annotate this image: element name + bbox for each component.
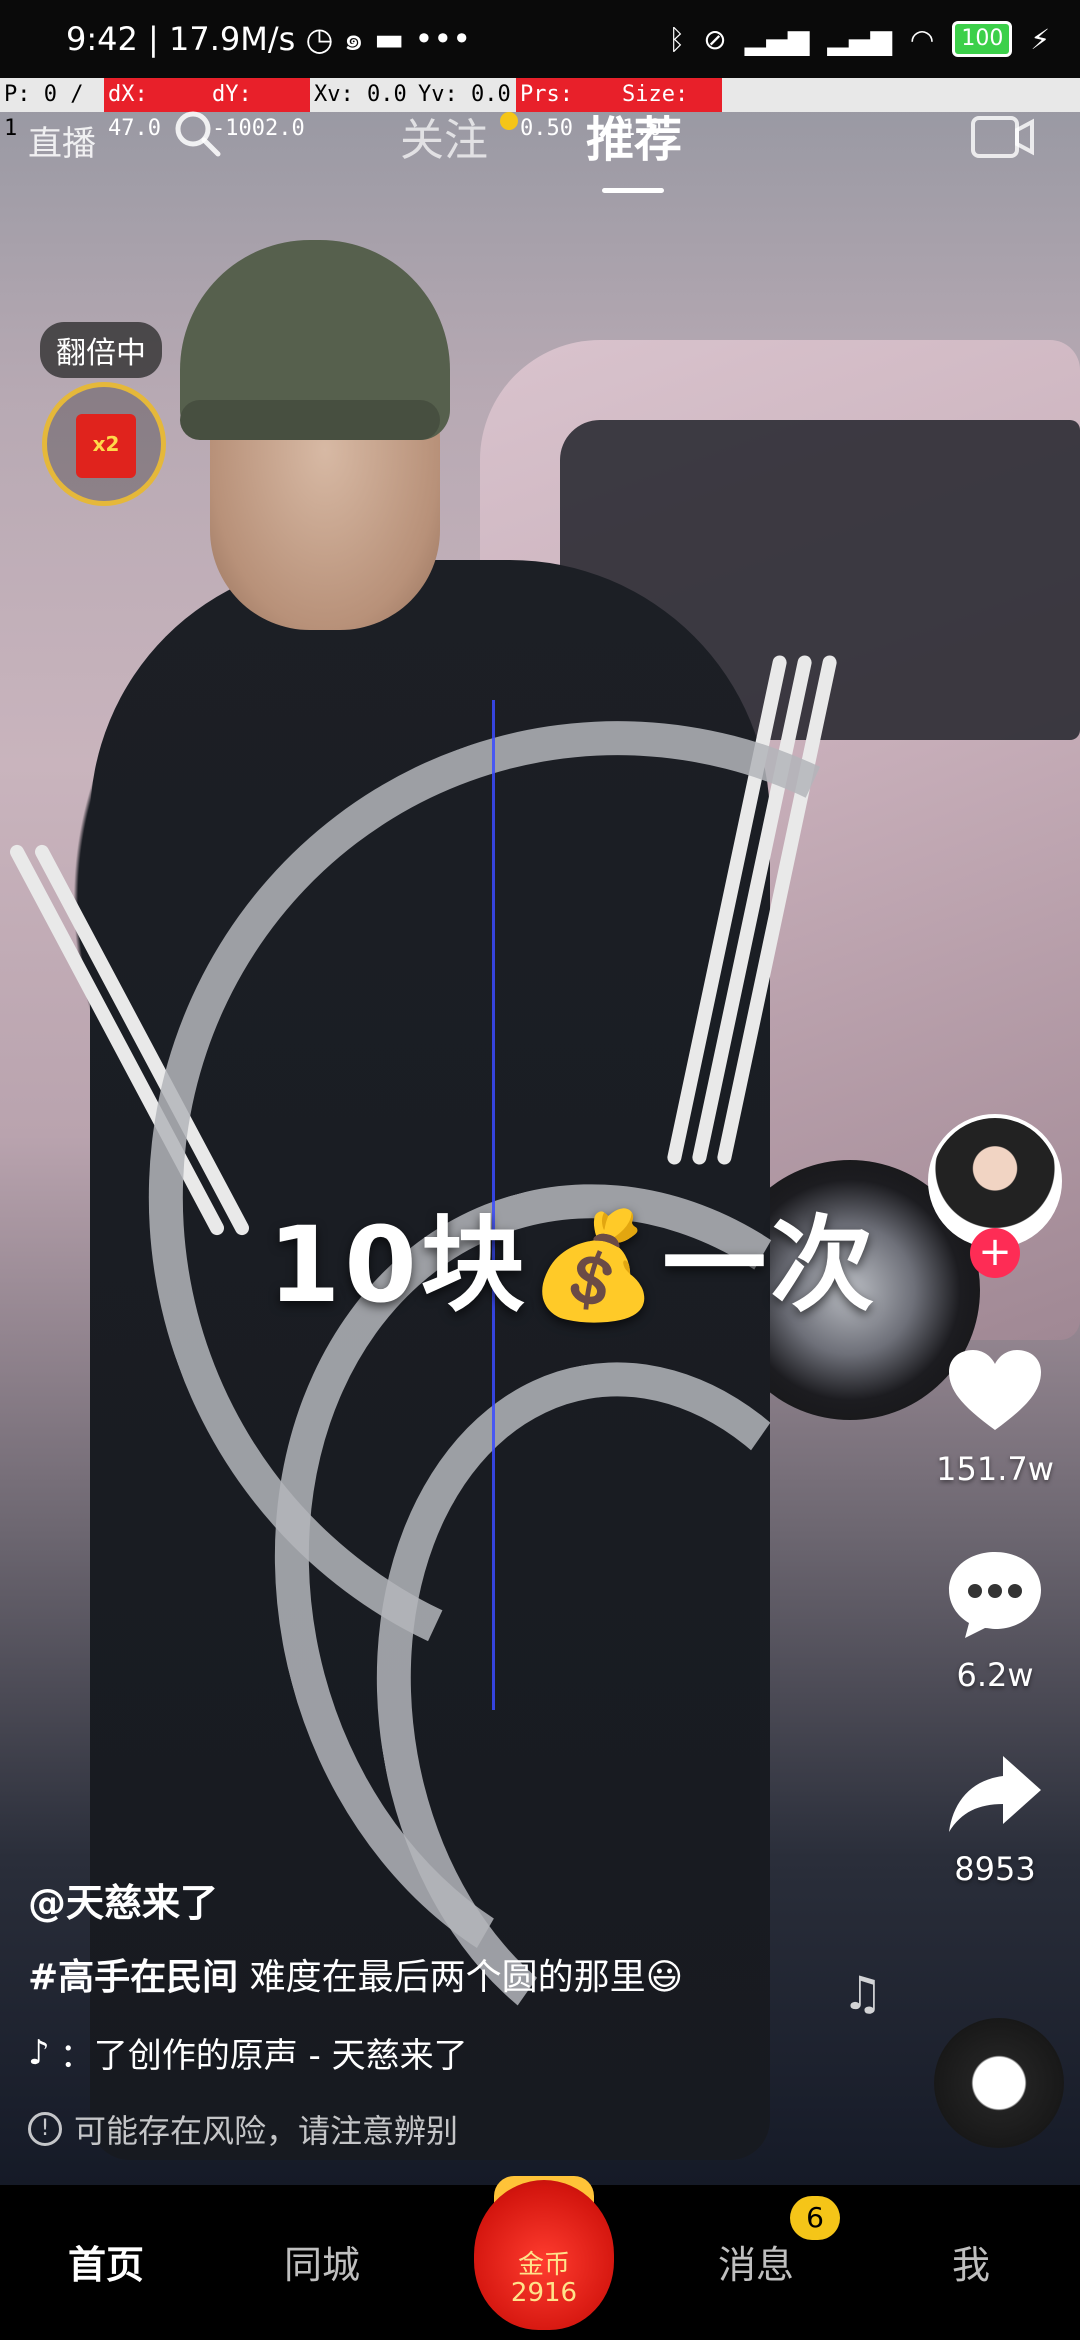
description-text: 难度在最后两个圆的那里😃 [238, 1957, 684, 1998]
risk-notice-text: 可能存在风险，请注意辨别 [74, 2112, 459, 2150]
music-note-icon: ♫ [842, 1966, 884, 2020]
comment-count: 6.2w [956, 1656, 1034, 1694]
battery-icon: 100 [952, 21, 1013, 57]
video-caption-overlay: 10块💰一次 [268, 1204, 879, 1326]
nav-me[interactable]: 我 [952, 2234, 990, 2289]
message-icon: ▬ [374, 19, 405, 58]
heart-icon [949, 1350, 1041, 1430]
signal-icon: ▂▄▆ [744, 22, 810, 56]
comment-icon [949, 1552, 1041, 1638]
video-frame[interactable] [0, 0, 1080, 2185]
music-info[interactable]: ♪ ：了创作的原声 - 天慈来了 [28, 2028, 468, 2077]
messages-badge: 6 [790, 2196, 840, 2240]
comment-button[interactable]: 6.2w [922, 1546, 1068, 1694]
tab-active-indicator [602, 188, 664, 193]
signal-icon: ▂▄▆ [827, 22, 892, 56]
pointer-debug-overlay: P: 0 / 1 dX: 47.0 dY: -1002.0 Xv: 0.0 Yv… [0, 78, 1080, 141]
weibo-icon: ๑ [343, 19, 364, 58]
music-disc-button[interactable] [934, 2018, 1064, 2148]
warning-icon: ! [28, 2112, 62, 2146]
status-time: 9:42 | 17.9M/s ◷ ๑ ▬ ••• [66, 14, 471, 65]
nav-home[interactable]: 首页 [68, 2234, 144, 2289]
risk-notice[interactable]: ! 可能存在风险，请注意辨别 [28, 2106, 458, 2152]
live-label: 直播 [28, 124, 96, 164]
music-title: ：了创作的原声 - 天慈来了 [59, 2036, 468, 2076]
nav-messages[interactable]: 消息 [718, 2234, 794, 2289]
share-icon [949, 1756, 1041, 1832]
like-button[interactable]: 151.7w [922, 1346, 1068, 1488]
status-icons: ᛒ ⊘ ▂▄▆ ▂▄▆ ◠ 100 ⚡ [668, 0, 1050, 78]
post-description: #高手在民间 难度在最后两个圆的那里😃 [28, 1948, 683, 2000]
author-name[interactable]: @天慈来了 [28, 1872, 218, 1927]
time-text: 9:42 [66, 19, 138, 58]
red-envelope-icon[interactable]: x2 [76, 414, 136, 478]
clock-icon: ◷ [305, 19, 334, 58]
live-button[interactable]: 直播 [28, 116, 96, 165]
follow-update-dot [500, 112, 518, 130]
tab-follow[interactable]: 关注 [400, 104, 488, 168]
share-count: 8953 [954, 1850, 1036, 1888]
share-button[interactable]: 8953 [922, 1750, 1068, 1888]
wifi-icon: ◠ [909, 22, 935, 56]
debug-dx: dX: 47.0 [104, 78, 208, 141]
tiktok-note-icon: ♪ [28, 2032, 50, 2073]
follow-plus-button[interactable]: + [970, 1228, 1020, 1278]
coin-label: 金币 [517, 2250, 570, 2280]
like-count: 151.7w [936, 1450, 1054, 1488]
debug-xv: Xv: 0.0 [314, 82, 407, 107]
nav-city[interactable]: 同城 [284, 2234, 360, 2289]
search-icon[interactable] [172, 108, 222, 158]
tab-recommend[interactable]: 推荐 [586, 100, 682, 170]
network-speed: 17.9M/s [168, 19, 296, 58]
person-cap-brim [180, 400, 440, 440]
charging-icon: ⚡ [1030, 22, 1050, 56]
double-reward-badge[interactable]: 翻倍中 [40, 322, 162, 378]
debug-pointer-count: P: 0 / 1 [4, 82, 84, 141]
nfc-icon: ⊘ [703, 22, 727, 56]
debug-dy: dY: -1002.0 [208, 78, 310, 141]
status-bar: 9:42 | 17.9M/s ◷ ๑ ▬ ••• ᛒ ⊘ ▂▄▆ ▂▄▆ ◠ 1… [0, 0, 1080, 78]
camera-icon[interactable] [970, 110, 1036, 162]
hashtag-link[interactable]: #高手在民间 [28, 1957, 238, 1998]
bluetooth-icon: ᛒ [668, 22, 686, 56]
more-icon: ••• [414, 19, 472, 58]
coin-value: 2916 [510, 2278, 578, 2308]
